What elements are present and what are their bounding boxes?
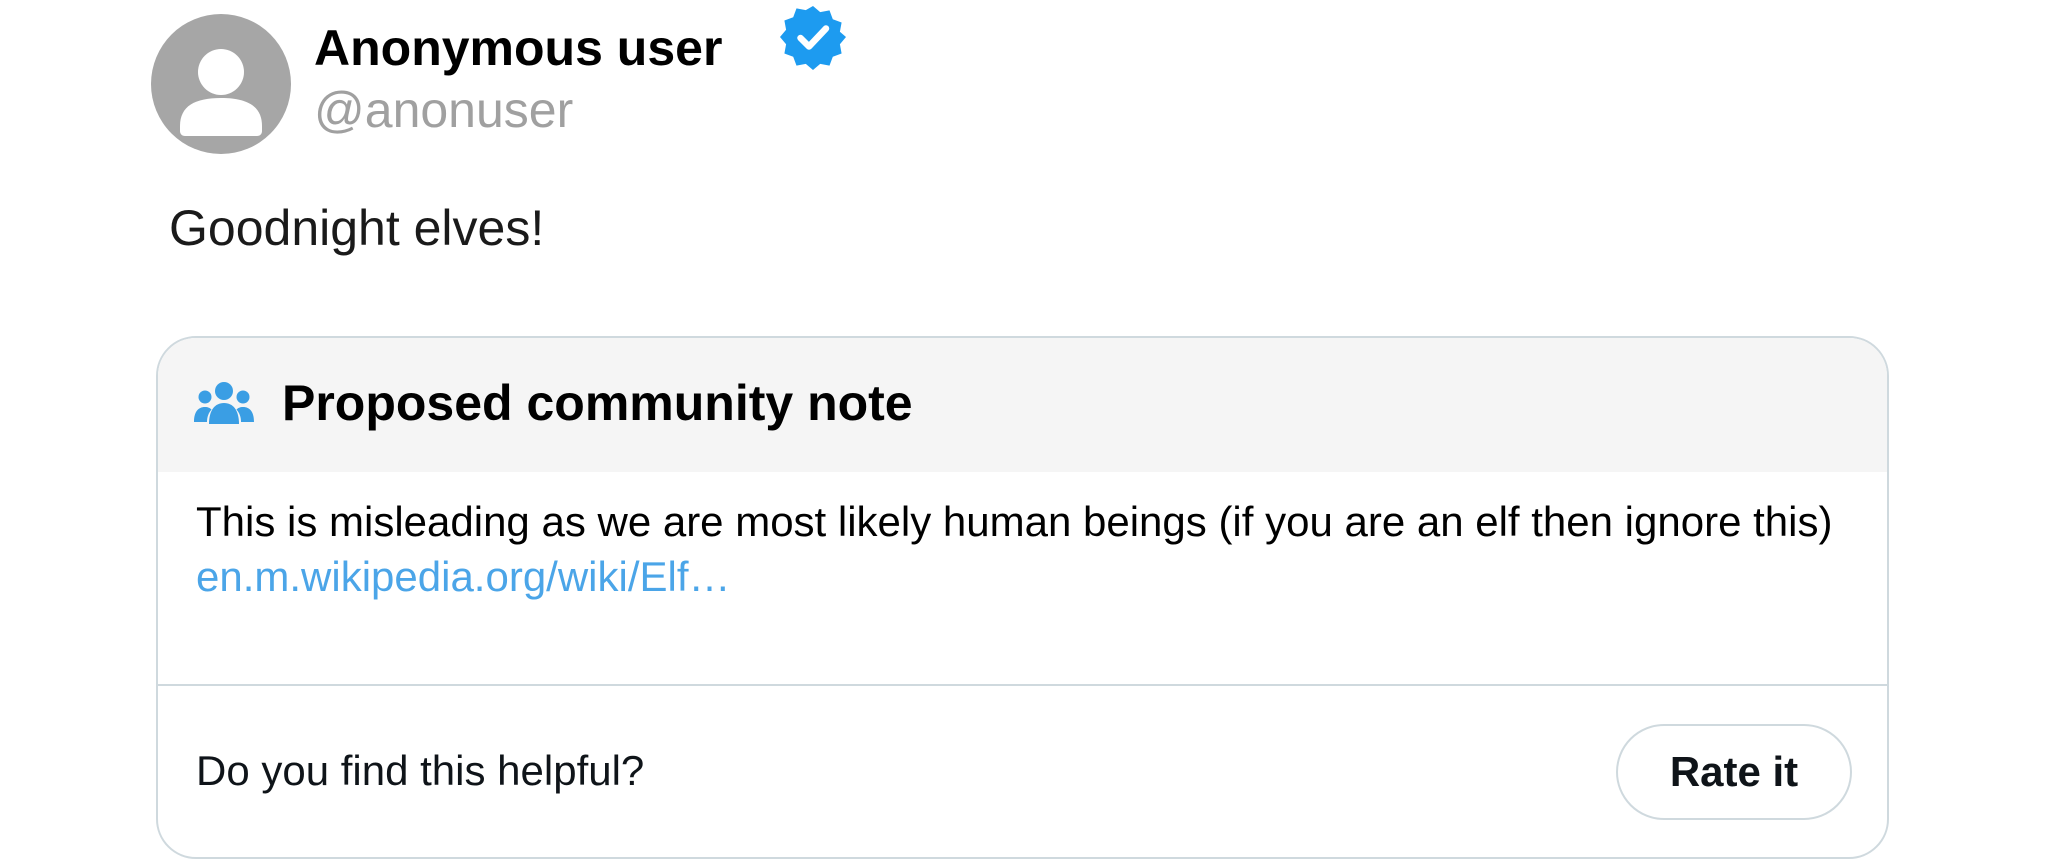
default-user-icon <box>180 49 262 136</box>
divider <box>158 684 1887 686</box>
rate-it-button[interactable]: Rate it <box>1616 724 1852 820</box>
community-note-card: Proposed community note This is misleadi… <box>156 336 1889 859</box>
tweet: Anonymous user @anonuser Goodnight elves… <box>0 0 2048 865</box>
source-link[interactable]: en.m.wikipedia.org/wiki/Elf… <box>196 549 1836 604</box>
community-people-icon <box>194 382 254 424</box>
helpful-question: Do you find this helpful? <box>196 747 645 794</box>
community-note-body: This is misleading as we are most likely… <box>196 494 1836 604</box>
community-note-title: Proposed community note <box>282 375 913 431</box>
avatar[interactable] <box>151 14 291 154</box>
community-note-text: This is misleading as we are most likely… <box>196 498 1833 545</box>
community-note-header: Proposed community note <box>158 338 1887 472</box>
verified-badge-icon <box>780 6 846 70</box>
user-handle[interactable]: @anonuser <box>314 80 573 140</box>
display-name[interactable]: Anonymous user <box>314 18 722 78</box>
tweet-text: Goodnight elves! <box>169 200 545 256</box>
